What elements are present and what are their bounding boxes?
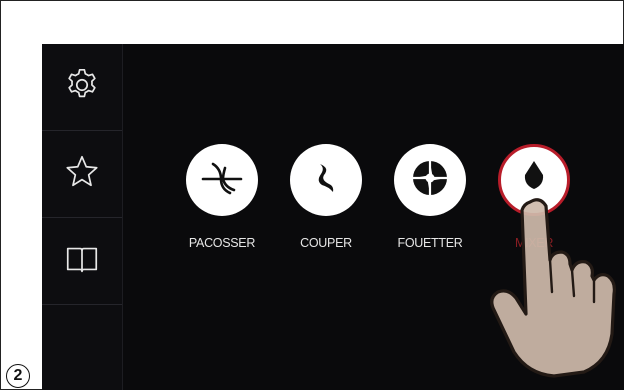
- kneading-hook-icon: [199, 155, 245, 206]
- whisk-icon: [407, 155, 453, 206]
- pointing-hand-icon: [488, 194, 624, 380]
- sidebar-item-recipes[interactable]: [42, 218, 122, 304]
- sidebar: [42, 44, 123, 390]
- tool-pacosser[interactable]: PACOSSER: [172, 144, 272, 250]
- tool-label: COUPER: [300, 236, 352, 250]
- gear-icon: [63, 66, 101, 109]
- sidebar-item-favorites[interactable]: [42, 131, 122, 217]
- cutting-blade-icon: [303, 155, 349, 206]
- pacosser-button[interactable]: [186, 144, 258, 216]
- couper-button[interactable]: [290, 144, 362, 216]
- fouetter-button[interactable]: [394, 144, 466, 216]
- sidebar-item-settings[interactable]: [42, 44, 122, 130]
- step-number-badge: 2: [6, 364, 30, 388]
- sidebar-divider: [42, 304, 122, 305]
- tool-label: FOUETTER: [397, 236, 463, 250]
- device-screen: PACOSSER COUPER FOUETTER: [42, 44, 624, 390]
- book-icon: [63, 240, 101, 283]
- tool-fouetter[interactable]: FOUETTER: [380, 144, 480, 250]
- tool-label: PACOSSER: [188, 236, 256, 250]
- star-icon: [63, 153, 101, 196]
- tool-couper[interactable]: COUPER: [276, 144, 376, 250]
